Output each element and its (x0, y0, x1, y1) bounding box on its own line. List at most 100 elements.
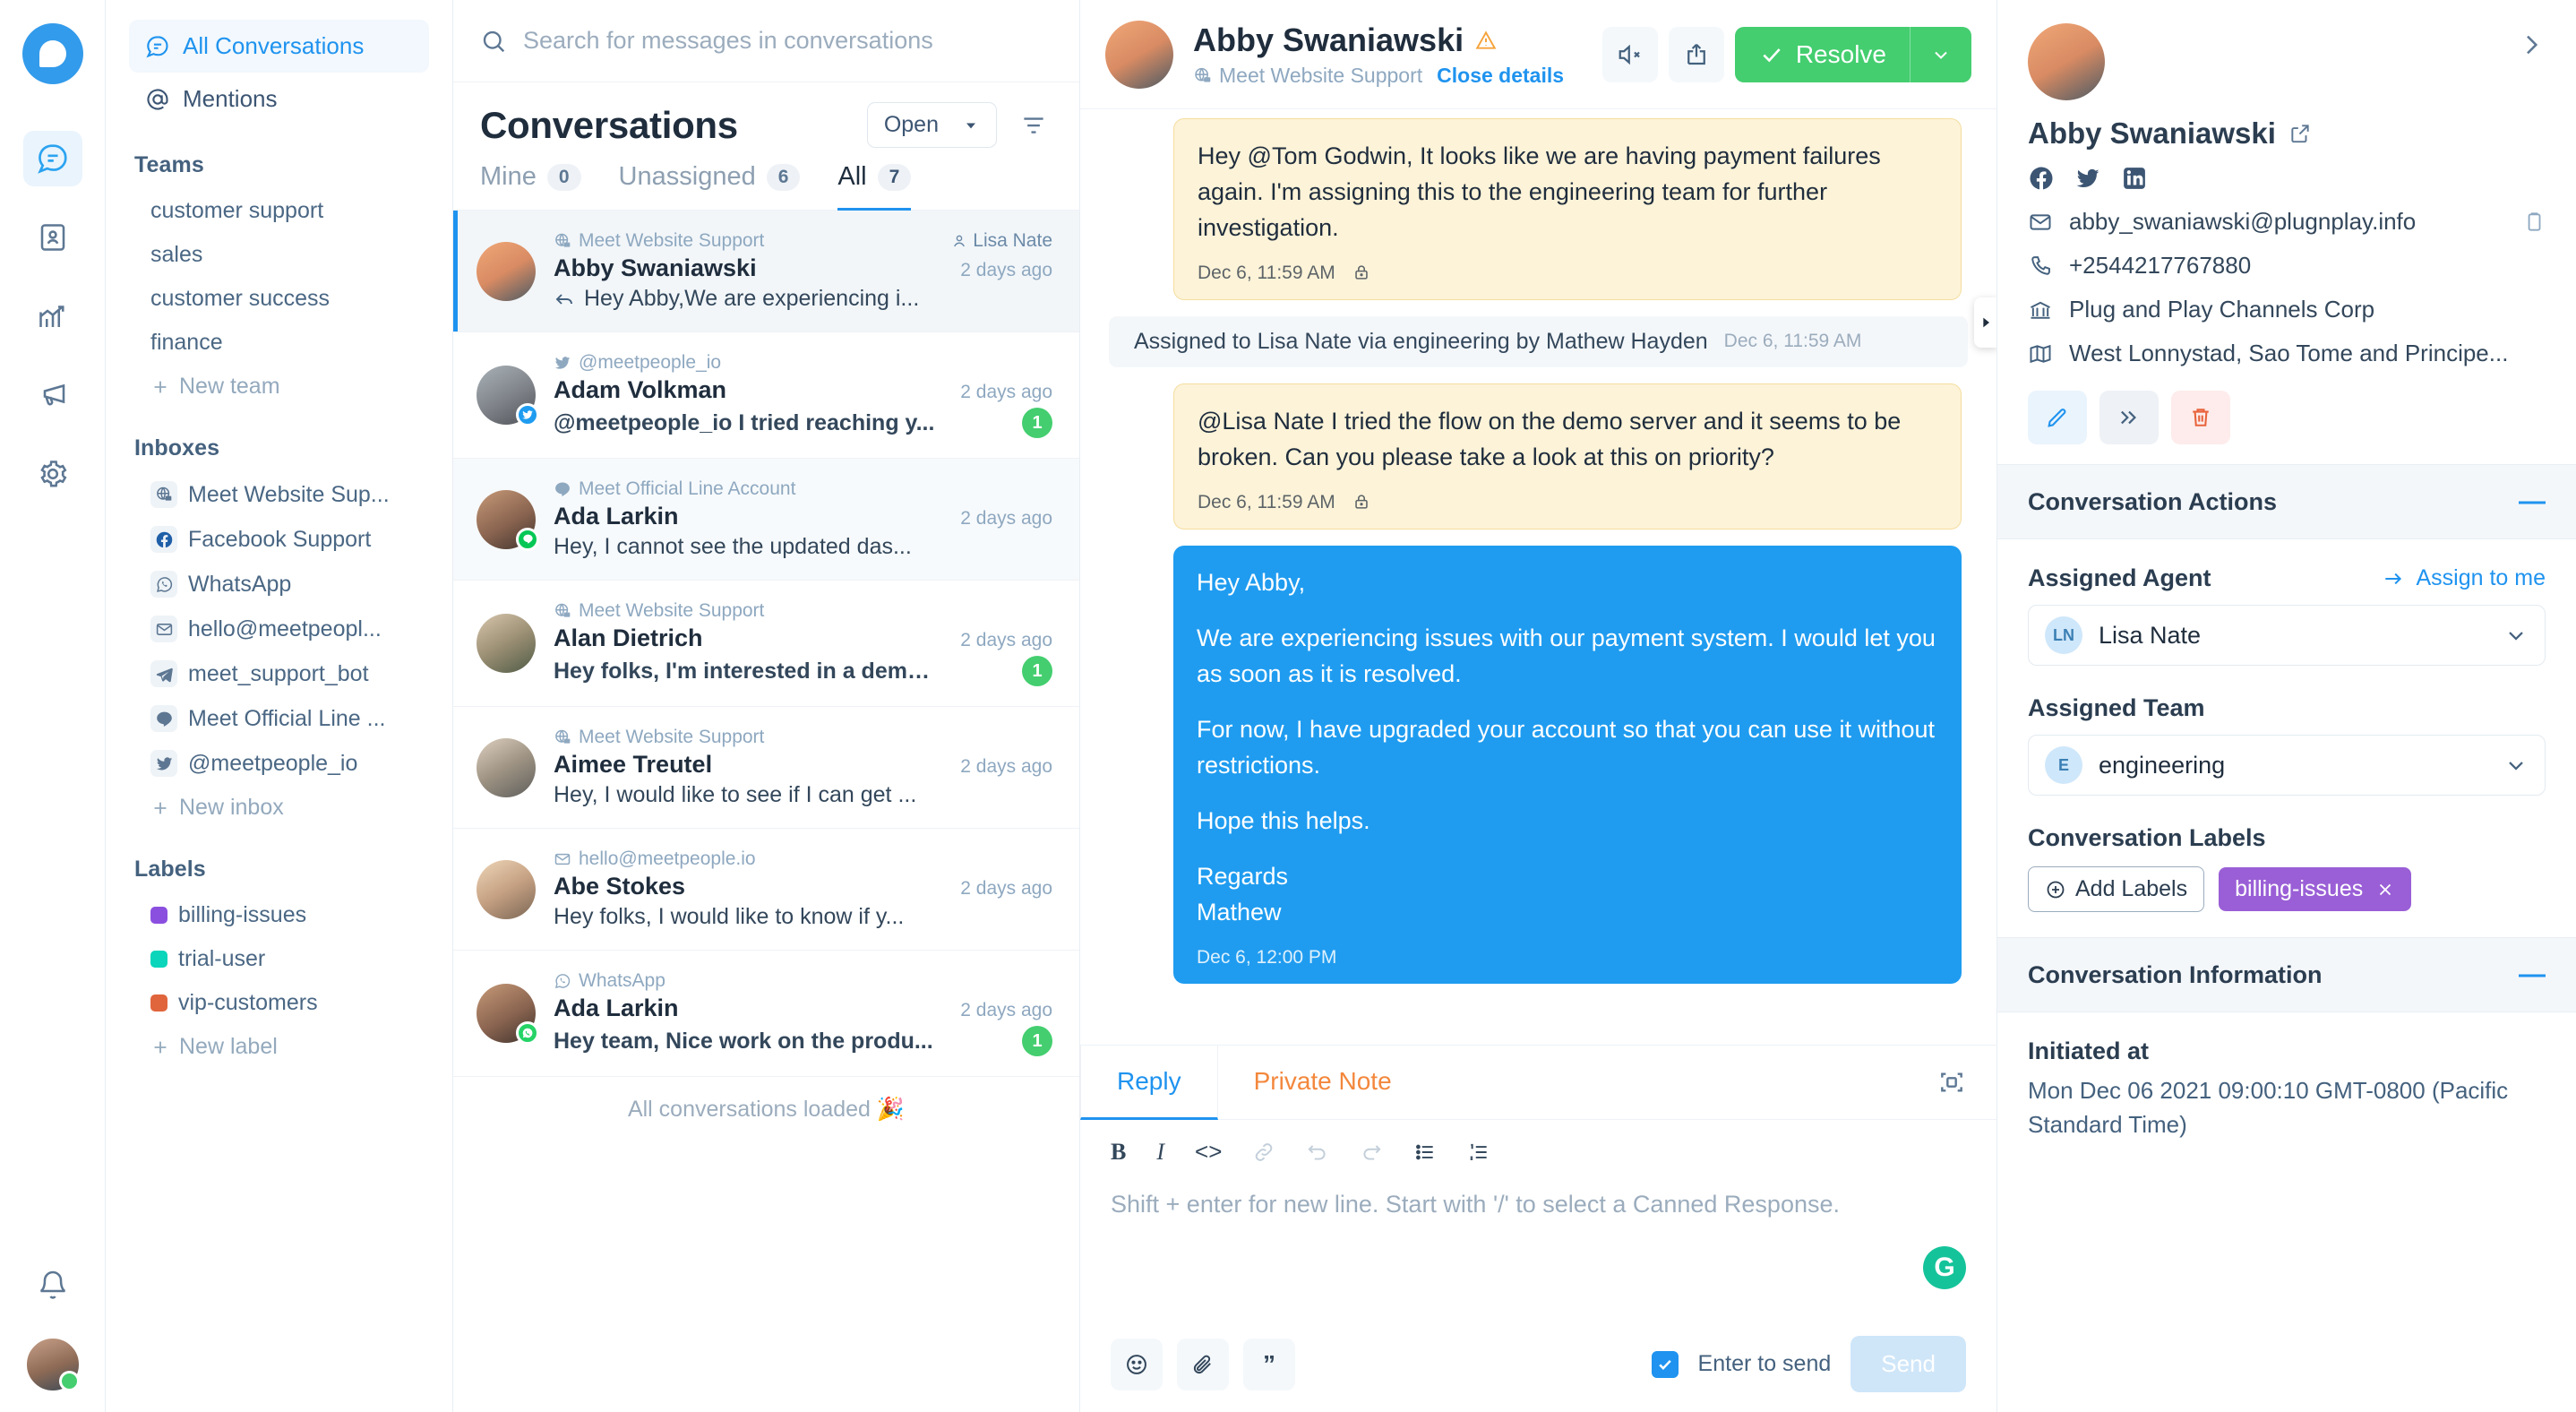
sidebar-item-mentions[interactable]: Mentions (129, 73, 429, 125)
mention-link[interactable]: @Tom Godwin (1248, 142, 1406, 169)
sidebar-inbox-meet-website-support[interactable]: Meet Website Sup... (129, 472, 429, 517)
facebook-icon[interactable] (2028, 165, 2055, 192)
linkedin-icon[interactable] (2121, 165, 2148, 192)
sidebar-inbox-meetpeople-twitter[interactable]: @meetpeople_io (129, 741, 429, 786)
conversation-list-item[interactable]: WhatsApp Ada Larkin 2 days ago Hey team,… (453, 951, 1079, 1077)
bell-icon (37, 1270, 69, 1302)
conversation-list-item[interactable]: @meetpeople_io Adam Volkman 2 days ago @… (453, 332, 1079, 459)
conversation-tabs: Mine 0 Unassigned 6 All 7 (453, 148, 1079, 211)
tab-unassigned[interactable]: Unassigned 6 (619, 162, 801, 211)
attachment-button[interactable] (1177, 1338, 1229, 1390)
send-button[interactable]: Send (1850, 1336, 1966, 1392)
tab-reply[interactable]: Reply (1080, 1046, 1218, 1120)
resolve-button[interactable]: Resolve (1734, 26, 1971, 82)
next-conversation-button[interactable] (1974, 297, 1996, 348)
new-label-button[interactable]: New label (129, 1025, 429, 1069)
conversation-list-item[interactable]: Meet Website Support Aimee Treutel 2 day… (453, 707, 1079, 829)
twitter-icon[interactable] (2074, 165, 2101, 192)
new-team-button[interactable]: New team (129, 365, 429, 409)
sidebar-inbox-hello-meetpeople[interactable]: hello@meetpeopl... (129, 607, 429, 651)
rail-item-campaigns[interactable] (23, 367, 82, 423)
conversation-actions-header[interactable]: Conversation Actions — (1997, 464, 2576, 539)
sidebar-team-customer-support[interactable]: customer support (129, 189, 429, 233)
enter-to-send-label[interactable]: Enter to send (1698, 1351, 1832, 1377)
sidebar-team-finance[interactable]: finance (129, 321, 429, 365)
collapse-toggle[interactable]: — (2519, 486, 2546, 517)
numbered-list-button[interactable] (1467, 1141, 1490, 1164)
message-preview: Hey, I would like to see if I can get ..… (554, 782, 1052, 808)
resolve-dropdown-toggle[interactable] (1911, 44, 1971, 65)
tab-private-note[interactable]: Private Note (1218, 1046, 1428, 1120)
add-labels-label: Add Labels (2075, 876, 2188, 901)
clipboard-copy-icon[interactable] (2522, 211, 2546, 234)
grammarly-button[interactable]: G (1923, 1246, 1966, 1289)
undo-button[interactable] (1306, 1141, 1329, 1164)
assigned-agent-select[interactable]: LN Lisa Nate (2028, 605, 2546, 666)
sidebar-inbox-facebook-support[interactable]: Facebook Support (129, 517, 429, 562)
message-preview: @meetpeople_io I tried reaching y... 1 (554, 408, 1052, 438)
add-labels-button[interactable]: Add Labels (2028, 866, 2205, 912)
sidebar-label-billing-issues[interactable]: billing-issues (129, 893, 429, 937)
close-details-button[interactable]: Close details (1437, 64, 1564, 88)
canned-response-button[interactable]: ” (1243, 1338, 1295, 1390)
assigned-team-select[interactable]: E engineering (2028, 735, 2546, 796)
rail-item-conversations[interactable] (22, 131, 82, 186)
bold-button[interactable]: B (1111, 1139, 1126, 1166)
conversation-list-item[interactable]: Meet Website Support Alan Dietrich 2 day… (453, 581, 1079, 707)
conversation-list-item[interactable]: hello@meetpeople.io Abe Stokes 2 days ag… (453, 829, 1079, 951)
conversation-list-item[interactable]: Meet Official Line Account Ada Larkin 2 … (453, 459, 1079, 581)
sidebar-inbox-meet-official-line[interactable]: Meet Official Line ... (129, 696, 429, 741)
external-link-icon[interactable] (2288, 122, 2312, 145)
preview-text: Hey folks, I'm interested in a demo... (554, 658, 939, 684)
assign-to-me-button[interactable]: Assign to me (2382, 565, 2546, 591)
applied-label-chip[interactable]: billing-issues (2219, 867, 2412, 911)
globe-website-icon (554, 602, 571, 620)
notifications-button[interactable] (23, 1258, 82, 1313)
preview-text: Hey folks, I would like to know if y... (554, 904, 905, 929)
emoji-button[interactable] (1111, 1338, 1163, 1390)
code-button[interactable]: <> (1195, 1138, 1222, 1166)
share-button[interactable] (1668, 26, 1724, 82)
rail-item-contacts[interactable] (23, 210, 82, 265)
conversation-list-item[interactable]: Meet Website Support Lisa Nate Abby Swan… (453, 211, 1079, 332)
twitter-icon (150, 750, 177, 777)
edit-contact-button[interactable] (2028, 391, 2087, 444)
section-title: Conversation Information (2028, 960, 2323, 988)
search-input[interactable] (523, 27, 1052, 55)
contact-action-buttons (2028, 391, 2546, 444)
bullet-list-button[interactable] (1413, 1141, 1437, 1164)
close-icon[interactable] (2375, 880, 2395, 900)
inbox-label: Meet Official Line ... (188, 705, 386, 731)
status-filter-dropdown[interactable]: Open (866, 102, 997, 148)
filter-button[interactable] (1015, 107, 1052, 144)
expand-editor-button[interactable] (1937, 1068, 1996, 1097)
sidebar-label-trial-user[interactable]: trial-user (129, 937, 429, 981)
link-button[interactable] (1252, 1141, 1275, 1164)
rail-item-settings[interactable] (23, 446, 82, 502)
collapse-panel-button[interactable] (2517, 30, 2546, 59)
contact-phone[interactable]: +2544217767880 (2069, 252, 2251, 280)
mute-button[interactable] (1601, 26, 1658, 82)
sidebar-team-customer-success[interactable]: customer success (129, 277, 429, 321)
profile-avatar[interactable] (24, 1337, 81, 1392)
reply-input-area[interactable]: Shift + enter for new line. Start with '… (1080, 1184, 1996, 1318)
merge-contact-button[interactable] (2099, 391, 2159, 444)
contact-email[interactable]: abby_swaniawski@plugnplay.info (2069, 208, 2416, 236)
sidebar-label-vip-customers[interactable]: vip-customers (129, 981, 429, 1025)
tab-mine[interactable]: Mine 0 (480, 162, 581, 211)
sidebar-inbox-whatsapp[interactable]: WhatsApp (129, 562, 429, 607)
rail-item-reports[interactable] (23, 288, 82, 344)
new-inbox-button[interactable]: New inbox (129, 786, 429, 830)
conversation-information-header[interactable]: Conversation Information — (1997, 937, 2576, 1012)
italic-button[interactable]: I (1156, 1139, 1164, 1166)
enter-to-send-checkbox[interactable] (1651, 1350, 1679, 1378)
mention-link[interactable]: @Lisa Nate (1198, 408, 1324, 435)
delete-contact-button[interactable] (2171, 391, 2230, 444)
collapse-toggle[interactable]: — (2519, 960, 2546, 990)
sidebar-item-all-conversations[interactable]: All Conversations (129, 20, 429, 73)
tab-all[interactable]: All 7 (837, 162, 912, 211)
redo-button[interactable] (1360, 1141, 1383, 1164)
preview-text: Hey Abby,We are experiencing i... (584, 286, 920, 311)
sidebar-team-sales[interactable]: sales (129, 233, 429, 277)
sidebar-inbox-meet-support-bot[interactable]: meet_support_bot (129, 651, 429, 696)
